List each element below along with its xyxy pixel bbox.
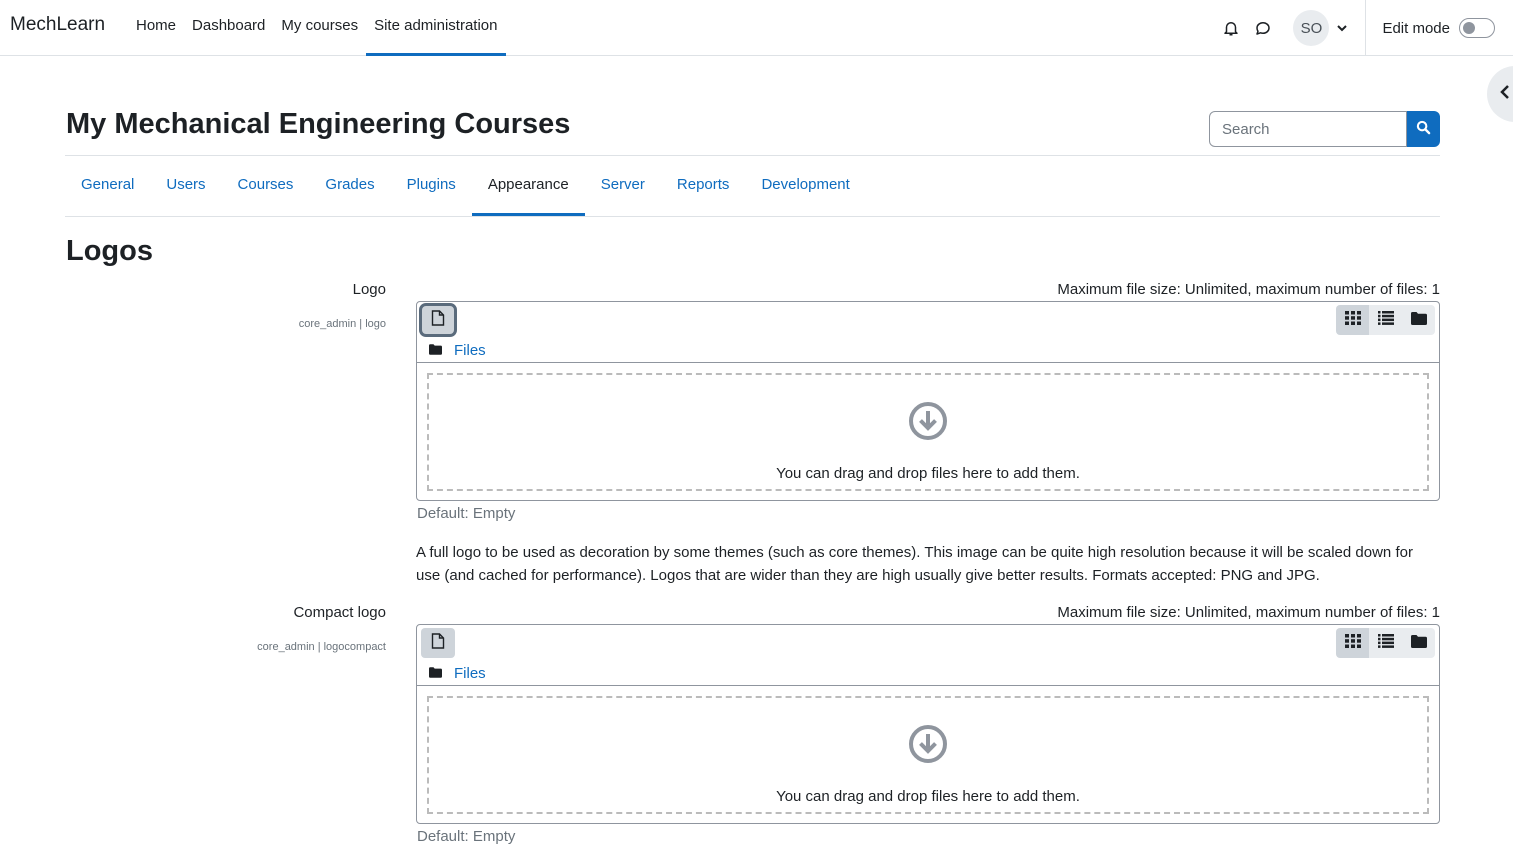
drop-zone-text: You can drag and drop files here to add … — [776, 465, 1080, 482]
filepicker-compact-logo: Files You can drag and drop files here t… — [416, 624, 1440, 824]
max-file-size-compact-logo: Maximum file size: Unlimited, maximum nu… — [1057, 604, 1440, 621]
search-icon — [1416, 120, 1431, 139]
edit-mode-toggle[interactable] — [1459, 18, 1495, 38]
files-path-link[interactable]: Files — [454, 665, 486, 682]
tab-reports[interactable]: Reports — [661, 156, 746, 216]
toggle-knob — [1463, 22, 1475, 34]
drop-zone-text: You can drag and drop files here to add … — [776, 788, 1080, 805]
view-list-button[interactable] — [1369, 305, 1402, 335]
files-path-link[interactable]: Files — [454, 342, 486, 359]
nav-my-courses[interactable]: My courses — [273, 0, 366, 56]
nav-site-administration[interactable]: Site administration — [366, 0, 506, 56]
messages-chat-icon[interactable] — [1247, 12, 1279, 44]
tab-appearance[interactable]: Appearance — [471, 156, 585, 216]
list-icon — [1377, 311, 1394, 329]
view-switcher — [1336, 628, 1435, 658]
list-icon — [1377, 634, 1394, 652]
section-title: Logos — [66, 235, 153, 267]
folder-icon — [429, 665, 442, 682]
edit-mode-switch[interactable]: Edit mode — [1382, 18, 1495, 38]
chevron-down-icon[interactable] — [1331, 12, 1353, 44]
primary-navigation: Home Dashboard My courses Site administr… — [128, 0, 506, 56]
default-value-logo: Default: Empty — [417, 505, 516, 522]
file-path: Files — [429, 665, 486, 682]
top-navbar: MechLearn Home Dashboard My courses Site… — [0, 0, 1513, 56]
page-title: My Mechanical Engineering Courses — [66, 108, 571, 140]
view-tree-button[interactable] — [1402, 628, 1435, 658]
edit-mode-label: Edit mode — [1382, 19, 1450, 37]
file-icon — [431, 633, 445, 653]
tab-grades[interactable]: Grades — [309, 156, 390, 216]
setting-label-logo: Logo — [352, 281, 386, 298]
search-button[interactable] — [1407, 111, 1440, 147]
navbar-user-area: SO Edit mode — [1215, 0, 1513, 56]
setting-key-logo: core_admin | logo — [298, 318, 386, 330]
tabs-divider — [65, 216, 1440, 217]
tab-general[interactable]: General — [65, 156, 150, 216]
add-file-button[interactable] — [419, 303, 457, 337]
tab-courses[interactable]: Courses — [222, 156, 310, 216]
tab-development[interactable]: Development — [745, 156, 865, 216]
default-value-compact-logo: Default: Empty — [417, 828, 516, 845]
admin-tabs: General Users Courses Grades Plugins App… — [65, 156, 866, 216]
tab-plugins[interactable]: Plugins — [391, 156, 472, 216]
navbar-divider — [1365, 0, 1367, 56]
filepicker-divider — [417, 685, 1439, 686]
folder-icon — [1410, 634, 1427, 652]
view-switcher — [1336, 305, 1435, 335]
filepicker-divider — [417, 362, 1439, 363]
chevron-left-icon — [1499, 85, 1511, 103]
view-tree-button[interactable] — [1402, 305, 1435, 335]
file-icon — [431, 310, 445, 330]
file-path: Files — [429, 342, 486, 359]
folder-icon — [1410, 311, 1427, 329]
notifications-bell-icon[interactable] — [1215, 12, 1247, 44]
tab-users[interactable]: Users — [150, 156, 221, 216]
setting-label-compact-logo: Compact logo — [293, 604, 386, 621]
download-arrow-icon — [908, 401, 948, 445]
drop-zone[interactable]: You can drag and drop files here to add … — [427, 696, 1429, 814]
open-drawer-button[interactable] — [1487, 66, 1513, 122]
filepicker-logo: Files You can drag and drop files here t… — [416, 301, 1440, 501]
max-file-size-logo: Maximum file size: Unlimited, maximum nu… — [1057, 281, 1440, 298]
view-icons-button[interactable] — [1336, 628, 1369, 658]
grid-icon — [1344, 634, 1361, 652]
user-avatar[interactable]: SO — [1293, 10, 1330, 46]
view-icons-button[interactable] — [1336, 305, 1369, 335]
grid-icon — [1344, 311, 1361, 329]
setting-key-compact-logo: core_admin | logocompact — [257, 641, 386, 653]
tab-server[interactable]: Server — [585, 156, 661, 216]
folder-icon — [429, 342, 442, 359]
view-list-button[interactable] — [1369, 628, 1402, 658]
site-brand[interactable]: MechLearn — [10, 14, 105, 36]
search-input[interactable] — [1209, 111, 1407, 147]
nav-home[interactable]: Home — [128, 0, 184, 56]
setting-description-logo: A full logo to be used as decoration by … — [416, 544, 1413, 584]
nav-dashboard[interactable]: Dashboard — [184, 0, 273, 56]
drop-zone[interactable]: You can drag and drop files here to add … — [427, 373, 1429, 491]
admin-search — [1209, 111, 1440, 147]
download-arrow-icon — [908, 724, 948, 768]
add-file-button[interactable] — [421, 628, 455, 658]
